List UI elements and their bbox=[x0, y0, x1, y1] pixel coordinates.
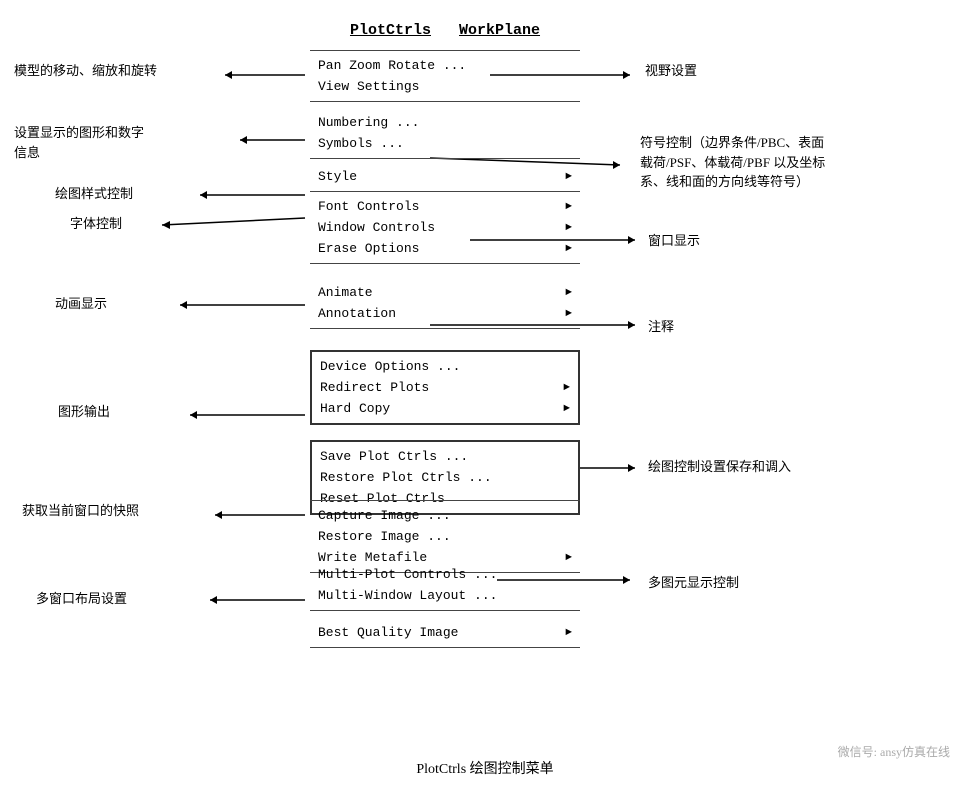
numbering-label: Numbering ... bbox=[318, 115, 572, 130]
menu-item-device-options[interactable]: Device Options ... bbox=[312, 356, 578, 377]
erase-submenu-arrow: ► bbox=[565, 243, 572, 255]
annotation-pan-zoom: 模型的移动、缩放和旋转 bbox=[14, 62, 157, 80]
menu-group-numbering: Numbering ... Symbols ... bbox=[310, 108, 580, 159]
restore-plot-ctrls-label: Restore Plot Ctrls ... bbox=[320, 470, 570, 485]
annotation-symbols: 符号控制（边界条件/PBC、表面载荷/PSF、体载荷/PBF 以及坐标系、线和面… bbox=[640, 133, 825, 192]
menu-item-restore-image[interactable]: Restore Image ... bbox=[310, 526, 580, 547]
annotation-numbering: 设置显示的图形和数字信息 bbox=[14, 123, 144, 162]
multi-window-layout-label: Multi-Window Layout ... bbox=[318, 588, 572, 603]
menu-item-view-settings[interactable]: View Settings bbox=[310, 76, 580, 97]
annotation-window: 窗口显示 bbox=[648, 232, 700, 250]
annotation-note: 注释 bbox=[648, 318, 674, 336]
menu-header: PlotCtrls WorkPlane bbox=[310, 22, 580, 39]
font-submenu-arrow: ► bbox=[565, 201, 572, 213]
annotation-multi-plot: 多图元显示控制 bbox=[648, 574, 739, 592]
save-plot-ctrls-label: Save Plot Ctrls ... bbox=[320, 449, 570, 464]
menu-item-numbering[interactable]: Numbering ... bbox=[310, 112, 580, 133]
view-settings-label: View Settings bbox=[318, 79, 572, 94]
menu-item-hard-copy[interactable]: Hard Copy ► bbox=[312, 398, 578, 419]
annotation-style: 绘图样式控制 bbox=[55, 185, 133, 203]
animate-submenu-arrow: ► bbox=[565, 287, 572, 299]
best-quality-label: Best Quality Image bbox=[318, 625, 565, 640]
pan-zoom-label: Pan Zoom Rotate ... bbox=[318, 58, 572, 73]
menu-item-annotation[interactable]: Annotation ► bbox=[310, 303, 580, 324]
multi-plot-controls-label: Multi-Plot Controls ... bbox=[318, 567, 572, 582]
window-submenu-arrow: ► bbox=[565, 222, 572, 234]
annotation-multi-window: 多窗口布局设置 bbox=[36, 590, 127, 608]
hard-copy-label: Hard Copy bbox=[320, 401, 563, 416]
restore-image-label: Restore Image ... bbox=[318, 529, 572, 544]
redirect-plots-label: Redirect Plots bbox=[320, 380, 563, 395]
watermark: 微信号: ansy仿真在线 bbox=[838, 743, 950, 760]
font-controls-label: Font Controls bbox=[318, 199, 565, 214]
main-container: PlotCtrls WorkPlane Pan Zoom Rotate ... … bbox=[0, 0, 970, 790]
annotation-font: 字体控制 bbox=[70, 215, 122, 233]
menu-item-font-controls[interactable]: Font Controls ► bbox=[310, 196, 580, 217]
annotation-label: Annotation bbox=[318, 306, 565, 321]
menu-item-capture-image[interactable]: Capture Image ... bbox=[310, 505, 580, 526]
erase-options-label: Erase Options bbox=[318, 241, 565, 256]
menu-item-multi-plot-controls[interactable]: Multi-Plot Controls ... bbox=[310, 564, 580, 585]
menu-item-multi-window-layout[interactable]: Multi-Window Layout ... bbox=[310, 585, 580, 606]
menu-group-best: Best Quality Image ► bbox=[310, 618, 580, 648]
annotation-capture: 获取当前窗口的快照 bbox=[22, 502, 139, 520]
annotation-view-settings: 视野设置 bbox=[645, 62, 697, 80]
watermark-text: 微信号: ansy仿真在线 bbox=[838, 745, 950, 759]
plotctrls-title: PlotCtrls bbox=[350, 22, 431, 39]
menu-item-redirect-plots[interactable]: Redirect Plots ► bbox=[312, 377, 578, 398]
style-submenu-arrow: ► bbox=[565, 171, 572, 183]
menu-item-save-plot-ctrls[interactable]: Save Plot Ctrls ... bbox=[312, 446, 578, 467]
style-label: Style bbox=[318, 169, 565, 184]
menu-item-animate[interactable]: Animate ► bbox=[310, 282, 580, 303]
menu-group-font: Font Controls ► Window Controls ► Erase … bbox=[310, 192, 580, 264]
menu-item-window-controls[interactable]: Window Controls ► bbox=[310, 217, 580, 238]
menu-item-restore-plot-ctrls[interactable]: Restore Plot Ctrls ... bbox=[312, 467, 578, 488]
menu-group-device: Device Options ... Redirect Plots ► Hard… bbox=[310, 350, 580, 425]
annotation-animate: 动画显示 bbox=[55, 295, 107, 313]
menu-group-animate: Animate ► Annotation ► bbox=[310, 278, 580, 329]
menu-item-pan-zoom[interactable]: Pan Zoom Rotate ... bbox=[310, 55, 580, 76]
menu-group-multi: Multi-Plot Controls ... Multi-Window Lay… bbox=[310, 560, 580, 611]
animate-label: Animate bbox=[318, 285, 565, 300]
menu-item-symbols[interactable]: Symbols ... bbox=[310, 133, 580, 154]
hardcopy-submenu-arrow: ► bbox=[563, 403, 570, 415]
best-quality-arrow: ► bbox=[565, 627, 572, 639]
device-options-label: Device Options ... bbox=[320, 359, 570, 374]
symbols-label: Symbols ... bbox=[318, 136, 572, 151]
menu-item-erase-options[interactable]: Erase Options ► bbox=[310, 238, 580, 259]
window-controls-label: Window Controls bbox=[318, 220, 565, 235]
menu-item-best-quality[interactable]: Best Quality Image ► bbox=[310, 622, 580, 643]
menu-group-pan: Pan Zoom Rotate ... View Settings bbox=[310, 50, 580, 102]
workplane-title: WorkPlane bbox=[459, 22, 540, 39]
redirect-submenu-arrow: ► bbox=[563, 382, 570, 394]
annotation-device: 图形输出 bbox=[58, 403, 110, 421]
annotation-save-restore: 绘图控制设置保存和调入 bbox=[648, 458, 791, 476]
menu-item-style[interactable]: Style ► bbox=[310, 166, 580, 187]
bottom-caption: PlotCtrls 绘图控制菜单 bbox=[416, 758, 553, 778]
capture-image-label: Capture Image ... bbox=[318, 508, 572, 523]
menu-group-style: Style ► bbox=[310, 162, 580, 192]
annotation-submenu-arrow: ► bbox=[565, 308, 572, 320]
